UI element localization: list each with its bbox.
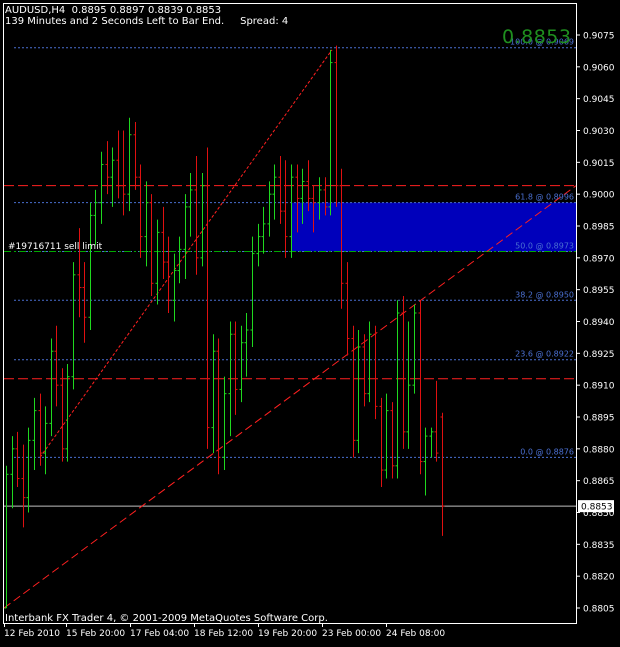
symbol-header: AUDUSD,H4 0.8895 0.8897 0.8839 0.8853 (5, 5, 222, 16)
price-axis-label: 0.9000 (583, 191, 615, 201)
time-axis-label: 15 Feb 20:00 (66, 629, 125, 639)
fib-level-label: 61.8 @ 0.8996 (515, 193, 574, 202)
fib-level-label: 23.6 @ 0.8922 (515, 350, 574, 359)
price-axis-label: 0.8880 (583, 445, 615, 455)
time-axis-label: 24 Feb 08:00 (386, 629, 445, 639)
chart-window[interactable]: 100.0 @ 0.9069 61.8 @ 0.8996 50.0 @ 0.8973… (0, 0, 620, 643)
price-axis-label: 0.8835 (583, 541, 615, 551)
price-axis-label: 0.9060 (583, 63, 615, 73)
price-axis-label: 0.8970 (583, 254, 615, 264)
footer-copyright: Interbank FX Trader 4, © 2001-2009 MetaQ… (5, 613, 328, 624)
price-axis-label: 0.8805 (583, 605, 615, 615)
fib-level-label: 50.0 @ 0.8973 (515, 241, 574, 250)
time-axis-label: 23 Feb 00:00 (322, 629, 381, 639)
price-chart[interactable]: 100.0 @ 0.906961.8 @ 0.899650.0 @ 0.8973… (0, 0, 620, 643)
price-axis-label: 0.8955 (583, 286, 615, 296)
time-axis-label: 19 Feb 20:00 (258, 629, 317, 639)
price-axis-label: 0.9015 (583, 159, 615, 169)
price-axis-label: 0.8865 (583, 477, 615, 487)
price-axis-label: 0.8910 (583, 382, 615, 392)
timer-header: 139 Minutes and 2 Seconds Left to Bar En… (5, 16, 289, 27)
time-axis-label: 17 Feb 04:00 (130, 629, 189, 639)
time-axis-label: 18 Feb 12:00 (194, 629, 253, 639)
price-axis-label: 0.9030 (583, 127, 615, 137)
time-axis-label: 12 Feb 2010 (4, 629, 60, 639)
big-price-display: 0.8853 (502, 26, 572, 48)
price-axis-label: 0.9075 (583, 32, 615, 42)
price-axis-label: 0.8895 (583, 414, 615, 424)
price-axis-label: 0.8940 (583, 318, 615, 328)
fib-level-label: 0.0 @ 0.8876 (520, 447, 574, 456)
current-price-label: 0.8853 (581, 503, 613, 513)
price-axis-label: 0.8820 (583, 573, 615, 583)
price-axis-label: 0.9045 (583, 95, 615, 105)
price-axis-label: 0.8985 (583, 223, 615, 233)
price-axis-label: 0.8925 (583, 350, 615, 360)
fib-level-label: 38.2 @ 0.8950 (515, 290, 574, 299)
order-label[interactable]: #19716711 sell limit (8, 242, 102, 253)
